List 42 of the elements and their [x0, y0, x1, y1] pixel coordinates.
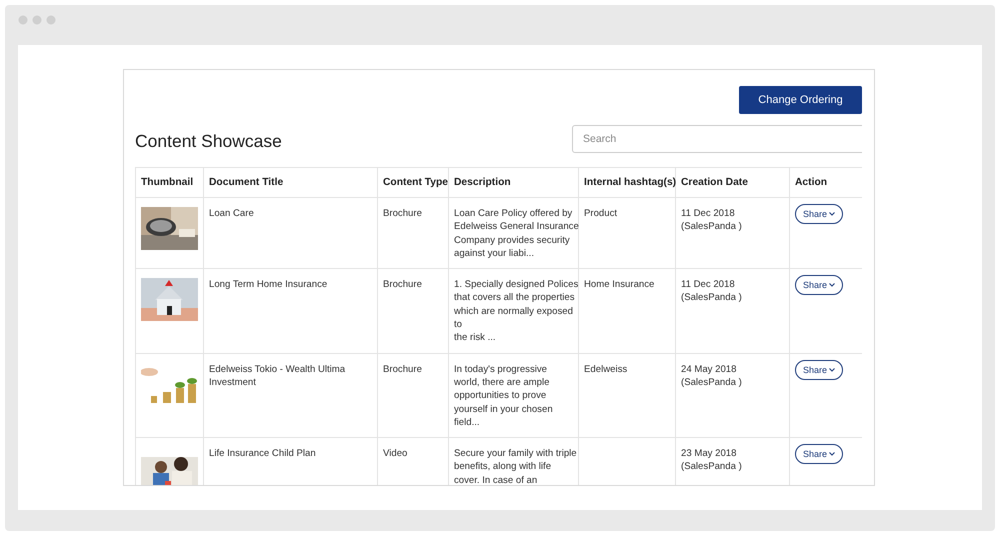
description: Secure your family with triple benefits, along with life cover. In case of an [454, 447, 577, 485]
column-header: Action [790, 168, 862, 198]
caret-icon [829, 212, 836, 216]
author: (SalesPanda ) [681, 220, 742, 234]
caret-icon [829, 452, 836, 456]
creation-date: 11 Dec 2018 [681, 207, 735, 220]
share-button[interactable]: Share [795, 360, 844, 380]
share-button[interactable]: Share [795, 444, 844, 464]
column-header: Internal hashtag(s) [578, 168, 676, 198]
creation-date: 24 May 2018 [681, 362, 736, 376]
search-field[interactable]: Search [572, 125, 862, 153]
change-ordering-button[interactable]: Change Ordering [739, 86, 862, 114]
author: (SalesPanda ) [681, 376, 742, 390]
creation-date: 11 Dec 2018 [681, 278, 735, 292]
caret-icon [829, 283, 836, 288]
document-title: Edelweiss Tokio - Wealth Ultima Investment [209, 362, 346, 390]
document-title: Loan Care [209, 207, 254, 220]
hashtag: Product [584, 207, 618, 220]
column-header: Document Title [204, 168, 378, 198]
creation-date: 23 May 2018 [681, 447, 736, 460]
description: 1. Specially designed Polices that covers all the properties which are normally exposed to the risk ... [454, 278, 578, 345]
hashtag: Home Insurance [584, 278, 654, 292]
column-header: Creation Date [676, 168, 790, 198]
caret-icon [829, 368, 836, 372]
column-header: Content Type [378, 168, 448, 198]
column-header: Description [448, 168, 578, 198]
description: Loan Care Policy offered by Edelweiss General Insurance Company provides security against your liabi... [454, 207, 579, 260]
document-title: Long Term Home Insurance [209, 278, 328, 292]
share-button[interactable]: Share [795, 275, 844, 296]
column-header: Thumbnail [136, 168, 204, 198]
content-type: Video [383, 447, 408, 460]
content-type: Brochure [383, 362, 422, 376]
share-button[interactable]: Share [795, 204, 844, 224]
description: In today's progressive world, there are ample opportunities to prove yourself in your chosen field... [454, 362, 553, 430]
author: (SalesPanda ) [681, 460, 742, 474]
author: (SalesPanda ) [681, 291, 742, 305]
window-dots-icon [18, 15, 58, 25]
document-title: Life Insurance Child Plan [209, 447, 316, 460]
hashtag: Edelweiss [584, 362, 628, 376]
page-title: Content Showcase [135, 130, 282, 152]
content-type: Brochure [383, 207, 422, 220]
content-type: Brochure [383, 278, 422, 292]
